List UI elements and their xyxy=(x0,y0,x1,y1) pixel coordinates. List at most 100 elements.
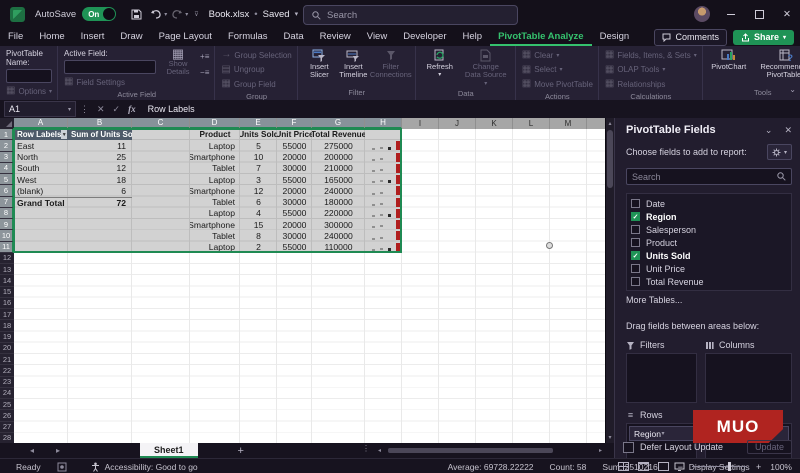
column-header-K[interactable]: K xyxy=(476,118,513,129)
sparkline-cell[interactable] xyxy=(365,242,402,253)
columns-dropzone[interactable] xyxy=(705,353,792,403)
cell-E10[interactable]: 8 xyxy=(240,230,277,241)
cell-B6[interactable]: 6 xyxy=(68,185,132,196)
options-button[interactable]: ▦ Options▾ xyxy=(6,85,52,97)
cell-G11[interactable]: 110000 xyxy=(312,242,365,253)
sheet-nav-right-icon[interactable]: ▸ xyxy=(56,446,60,455)
field-item-total-revenue[interactable]: Total Revenue xyxy=(631,275,791,288)
tools-gear-button[interactable]: ▾ xyxy=(767,144,792,160)
pivotchart-button[interactable]: PivotChart xyxy=(709,49,749,71)
share-button[interactable]: Share▾ xyxy=(733,30,794,45)
field-checkbox[interactable] xyxy=(631,238,640,247)
row-header-8[interactable]: 8 xyxy=(0,208,14,219)
cell-B7[interactable]: 72 xyxy=(68,197,132,208)
cell-A5[interactable]: West xyxy=(14,174,68,185)
column-header-G[interactable]: G xyxy=(312,118,365,129)
cell-G5[interactable]: 165000 xyxy=(312,174,365,185)
zoom-slider-thumb[interactable] xyxy=(728,462,731,471)
page-layout-view-icon[interactable] xyxy=(638,462,649,471)
row-header-5[interactable]: 5 xyxy=(0,174,14,185)
page-break-view-icon[interactable] xyxy=(658,462,669,471)
cell-G10[interactable]: 240000 xyxy=(312,230,365,241)
save-button[interactable] xyxy=(127,5,145,23)
cell-E11[interactable]: 2 xyxy=(240,242,277,253)
hscroll-thumb[interactable] xyxy=(388,448,553,453)
ribbon-tab-insert[interactable]: Insert xyxy=(73,29,113,46)
row-header-22[interactable]: 22 xyxy=(0,365,14,376)
ribbon-tab-file[interactable]: File xyxy=(0,29,31,46)
cell-A2[interactable]: East xyxy=(14,140,68,151)
row-header-11[interactable]: 11 xyxy=(0,242,14,253)
field-item-units-sold[interactable]: Units Sold xyxy=(631,249,791,262)
column-header-B[interactable]: B xyxy=(68,118,132,129)
cell-E2[interactable]: 5 xyxy=(240,140,277,151)
cell-F10[interactable]: 30000 xyxy=(277,230,312,241)
ribbon-tab-help[interactable]: Help xyxy=(455,29,491,46)
select-all-corner[interactable] xyxy=(0,118,14,129)
cell-B2[interactable]: 11 xyxy=(68,140,132,151)
row-header-18[interactable]: 18 xyxy=(0,320,14,331)
field-checkbox[interactable] xyxy=(631,212,640,221)
field-item-region[interactable]: Region xyxy=(631,210,791,223)
cell-E1[interactable]: Units Sold xyxy=(240,129,277,140)
ribbon-tab-draw[interactable]: Draw xyxy=(112,29,150,46)
formula-content[interactable]: Row Labels xyxy=(148,104,195,114)
zoom-in-icon[interactable]: + xyxy=(756,462,761,472)
zoom-level[interactable]: 100% xyxy=(770,462,792,472)
olap-tools-button[interactable]: ▦OLAP Tools▾ xyxy=(605,64,697,76)
update-button[interactable]: Update xyxy=(747,440,792,454)
row-header-20[interactable]: 20 xyxy=(0,343,14,354)
cell-G2[interactable]: 275000 xyxy=(312,140,365,151)
cell-D5[interactable]: Laptop xyxy=(190,174,240,185)
group-field-button[interactable]: ▦Group Field xyxy=(221,78,291,90)
field-item-salesperson[interactable]: Salesperson xyxy=(631,223,791,236)
cell-E6[interactable]: 12 xyxy=(240,185,277,196)
cell-F5[interactable]: 55000 xyxy=(277,174,312,185)
ribbon-tab-data[interactable]: Data xyxy=(276,29,312,46)
cell-B1[interactable]: Sum of Units Sold xyxy=(68,129,132,140)
column-header-I[interactable]: I xyxy=(402,118,439,129)
cell-G1[interactable]: Total Revenue xyxy=(312,129,365,140)
filters-dropzone[interactable] xyxy=(626,353,697,403)
row-header-10[interactable]: 10 xyxy=(0,230,14,241)
accessibility-status[interactable]: Accessibility: Good to go xyxy=(105,462,198,472)
close-button[interactable]: ✕ xyxy=(780,7,794,21)
field-item-unit-price[interactable]: Unit Price xyxy=(631,262,791,275)
cell-B4[interactable]: 12 xyxy=(68,163,132,174)
cell-G7[interactable]: 180000 xyxy=(312,197,365,208)
column-header-L[interactable]: L xyxy=(513,118,550,129)
change-data-source-button[interactable]: Change Data Source▾ xyxy=(462,49,510,87)
collapse-ribbon-icon[interactable]: ⌄ xyxy=(789,85,796,94)
cell-D1[interactable]: Product xyxy=(190,129,240,140)
insert-slicer-button[interactable]: Insert Slicer xyxy=(304,49,335,80)
record-macro-icon[interactable] xyxy=(57,462,67,472)
column-header-H[interactable]: H xyxy=(365,118,402,129)
ribbon-tab-home[interactable]: Home xyxy=(31,29,72,46)
pane-close-icon[interactable]: ✕ xyxy=(784,125,792,136)
row-header-25[interactable]: 25 xyxy=(0,399,14,410)
minimize-button[interactable] xyxy=(724,7,738,21)
cell-E9[interactable]: 15 xyxy=(240,219,277,230)
cell-E5[interactable]: 3 xyxy=(240,174,277,185)
row-header-14[interactable]: 14 xyxy=(0,275,14,286)
cell-D4[interactable]: Tablet xyxy=(190,163,240,174)
redo-button[interactable] xyxy=(168,5,186,23)
field-checkbox[interactable] xyxy=(631,225,640,234)
vscroll-up-icon[interactable]: ▴ xyxy=(606,120,614,127)
name-box-splitter[interactable]: ⋮ xyxy=(80,104,89,115)
cell-G6[interactable]: 240000 xyxy=(312,185,365,196)
zoom-out-icon[interactable]: − xyxy=(678,462,683,472)
sparkline-cell[interactable] xyxy=(365,208,402,219)
autosave-toggle[interactable]: On xyxy=(82,7,116,21)
field-checkbox[interactable] xyxy=(631,264,640,273)
more-tables-link[interactable]: More Tables... xyxy=(626,295,792,305)
fields-search-input[interactable]: Search xyxy=(626,168,792,185)
cell-E8[interactable]: 4 xyxy=(240,208,277,219)
column-header-J[interactable]: J xyxy=(439,118,476,129)
vscroll-thumb[interactable] xyxy=(607,130,613,188)
row-header-21[interactable]: 21 xyxy=(0,354,14,365)
recommended-pivottables-button[interactable]: ? Recommended PivotTables xyxy=(755,49,800,80)
cell-E7[interactable]: 6 xyxy=(240,197,277,208)
hscroll-right-icon[interactable]: ▸ xyxy=(599,447,602,454)
row-header-12[interactable]: 12 xyxy=(0,253,14,264)
